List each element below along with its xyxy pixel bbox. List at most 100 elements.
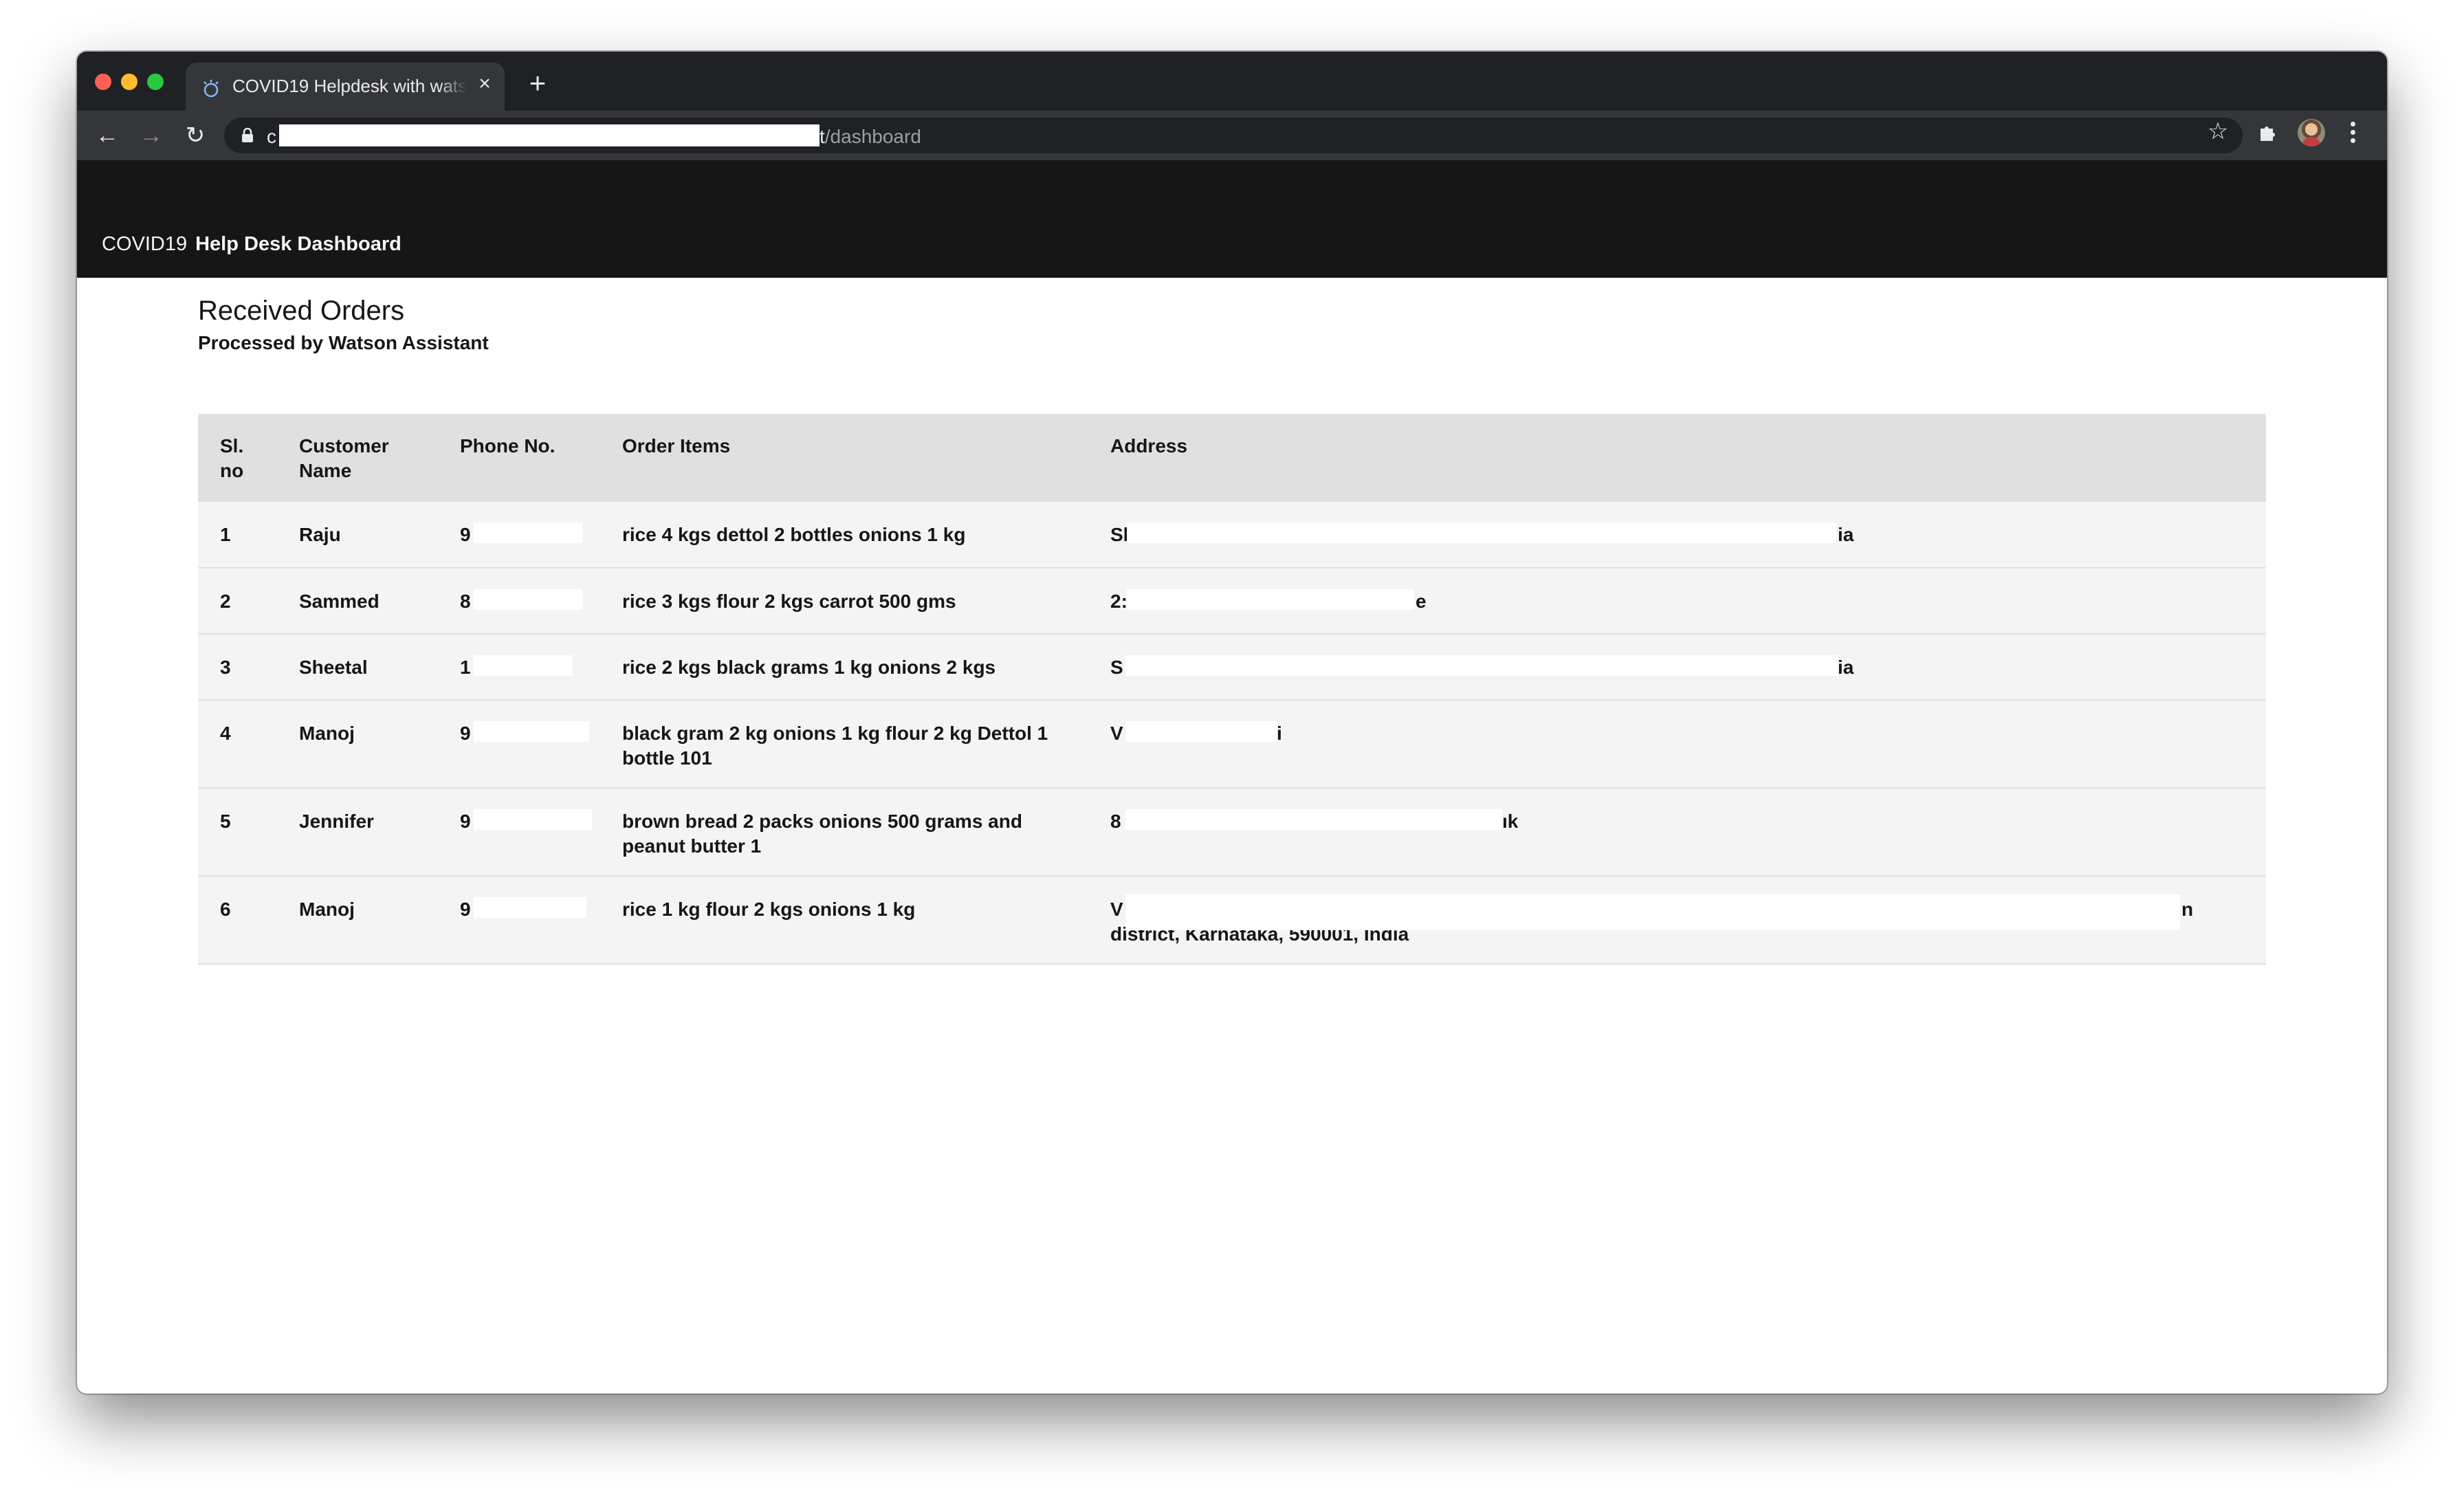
star-icon[interactable]: ☆ — [2204, 118, 2232, 145]
redaction-box — [1125, 894, 2180, 930]
cell-items: brown bread 2 packs onions 500 grams and… — [600, 788, 1088, 877]
phone-first-digit: 1 — [460, 657, 471, 678]
redaction-box — [474, 589, 582, 610]
cell-phone: 9 — [438, 788, 600, 877]
url-host-tail: t — [820, 126, 825, 147]
cell-phone: 8 — [438, 568, 600, 635]
address-end: ia — [1838, 524, 1854, 545]
maximize-window-button[interactable] — [147, 74, 164, 90]
cell-address: Vn district, Karnataka, 590001, India — [1088, 876, 2266, 965]
header-address: Address — [1088, 414, 2266, 502]
address-end: e — [1416, 591, 1427, 612]
address-bar[interactable]: c t/dashboard — [224, 118, 2243, 153]
browser-toolbar: ← → ↻ c t/dashboard — [77, 111, 2387, 160]
cell-address: 8 ık — [1088, 788, 2266, 877]
header-order-items: Order Items — [600, 414, 1088, 502]
arrow-left-icon[interactable]: ← — [94, 122, 121, 149]
reload-icon[interactable]: ↻ — [182, 122, 209, 149]
page-title: Received Orders — [198, 296, 405, 326]
table-row[interactable]: 4 Manoj 9 black gram 2 kg onions 1 kg fl… — [198, 700, 2266, 789]
redaction-box — [474, 809, 592, 830]
app-header: COVID19 Help Desk Dashboard — [77, 160, 2387, 278]
cell-address: Sia — [1088, 634, 2266, 701]
cell-phone: 9 — [438, 700, 600, 789]
table-header-row: Sl. no Customer Name Phone No. Order Ite… — [198, 414, 2266, 502]
phone-first-digit: 9 — [460, 811, 471, 832]
redaction-box — [1127, 589, 1414, 610]
url-prefix: c — [267, 126, 276, 147]
address-end: ık — [1502, 811, 1519, 832]
cell-name: Manoj — [277, 876, 438, 965]
phone-first-digit: 9 — [460, 899, 471, 920]
header-customer-name: Customer Name — [277, 414, 438, 502]
header-label: Customer Name — [299, 435, 389, 481]
cell-name: Raju — [277, 502, 438, 569]
address-start: V — [1110, 723, 1123, 744]
tab-strip: COVID19 Helpdesk with watson × + — [77, 52, 2387, 111]
redaction-box — [1127, 522, 1836, 543]
cell-name: Jennifer — [277, 788, 438, 877]
cell-phone: 9 — [438, 876, 600, 965]
brand-prefix: COVID19 — [102, 233, 188, 255]
cell-name: Sheetal — [277, 634, 438, 701]
cell-phone: 9 — [438, 502, 600, 569]
cell-sl: 5 — [198, 788, 277, 877]
cell-address: Sl ia — [1088, 502, 2266, 569]
phone-first-digit: 9 — [460, 524, 471, 545]
address-start: S — [1110, 657, 1123, 678]
table-row[interactable]: 2 Sammed 8 rice 3 kgs flour 2 kgs carrot… — [198, 568, 2266, 635]
app-brand[interactable]: COVID19 Help Desk Dashboard — [102, 233, 402, 256]
plus-icon[interactable]: + — [524, 69, 551, 98]
redaction-box — [474, 897, 586, 918]
puzzle-icon[interactable] — [2258, 122, 2278, 142]
cell-sl: 1 — [198, 502, 277, 569]
address-start: Sl — [1110, 524, 1129, 545]
header-label: Sl. no — [220, 435, 244, 481]
header-sl-no: Sl. no — [198, 414, 277, 502]
address-start: 2: — [1110, 591, 1128, 612]
table-row[interactable]: 3 Sheetal 1 rice 2 kgs black grams 1 kg … — [198, 634, 2266, 701]
orders-table: Sl. no Customer Name Phone No. Order Ite… — [198, 414, 2266, 965]
tab-active[interactable]: COVID19 Helpdesk with watson × — [186, 63, 505, 111]
address-start: V — [1110, 899, 1123, 920]
url-text: t/dashboard — [820, 126, 921, 148]
cell-sl: 4 — [198, 700, 277, 789]
cell-items: black gram 2 kg onions 1 kg flour 2 kg D… — [600, 700, 1088, 789]
ibm-watson-icon — [204, 80, 219, 98]
cell-items: rice 2 kgs black grams 1 kg onions 2 kgs — [600, 634, 1088, 701]
browser-window: COVID19 Helpdesk with watson × + ← → ↻ c… — [77, 52, 2387, 1394]
cell-address: 2: e — [1088, 568, 2266, 635]
cell-items: rice 4 kgs dettol 2 bottles onions 1 kg — [600, 502, 1088, 569]
cell-sl: 2 — [198, 568, 277, 635]
redaction-box — [474, 655, 573, 676]
table-row[interactable]: 5 Jennifer 9 brown bread 2 packs onions … — [198, 788, 2266, 877]
address-end: n — [2181, 899, 2194, 920]
redaction-box — [1125, 655, 1838, 676]
redaction-box — [1125, 809, 1502, 830]
address-end: i — [1277, 723, 1282, 744]
phone-first-digit: 9 — [460, 723, 471, 744]
cell-sl: 6 — [198, 876, 277, 965]
address-end: ia — [1838, 657, 1854, 678]
table-row[interactable]: 6 Manoj 9 rice 1 kg flour 2 kgs onions 1… — [198, 876, 2266, 965]
arrow-right-icon[interactable]: → — [138, 122, 165, 149]
url-path: /dashboard — [824, 126, 921, 147]
table-row[interactable]: 1 Raju 9 rice 4 kgs dettol 2 bottles oni… — [198, 502, 2266, 569]
redaction-box — [1125, 721, 1277, 742]
redaction-box — [474, 522, 582, 543]
close-icon[interactable]: × — [474, 74, 495, 94]
cell-name: Manoj — [277, 700, 438, 789]
minimize-window-button[interactable] — [121, 74, 138, 90]
kebab-menu-icon[interactable] — [2346, 120, 2360, 145]
header-phone: Phone No. — [438, 414, 600, 502]
cell-phone: 1 — [438, 634, 600, 701]
avatar[interactable] — [2298, 119, 2325, 146]
cell-items: rice 1 kg flour 2 kgs onions 1 kg — [600, 876, 1088, 965]
close-window-button[interactable] — [95, 74, 111, 90]
cell-items: rice 3 kgs flour 2 kgs carrot 500 gms — [600, 568, 1088, 635]
cell-name: Sammed — [277, 568, 438, 635]
page-subtitle: Processed by Watson Assistant — [198, 332, 489, 353]
brand-name: Help Desk Dashboard — [195, 233, 402, 255]
redaction-box — [474, 721, 589, 742]
phone-first-digit: 8 — [460, 591, 471, 612]
